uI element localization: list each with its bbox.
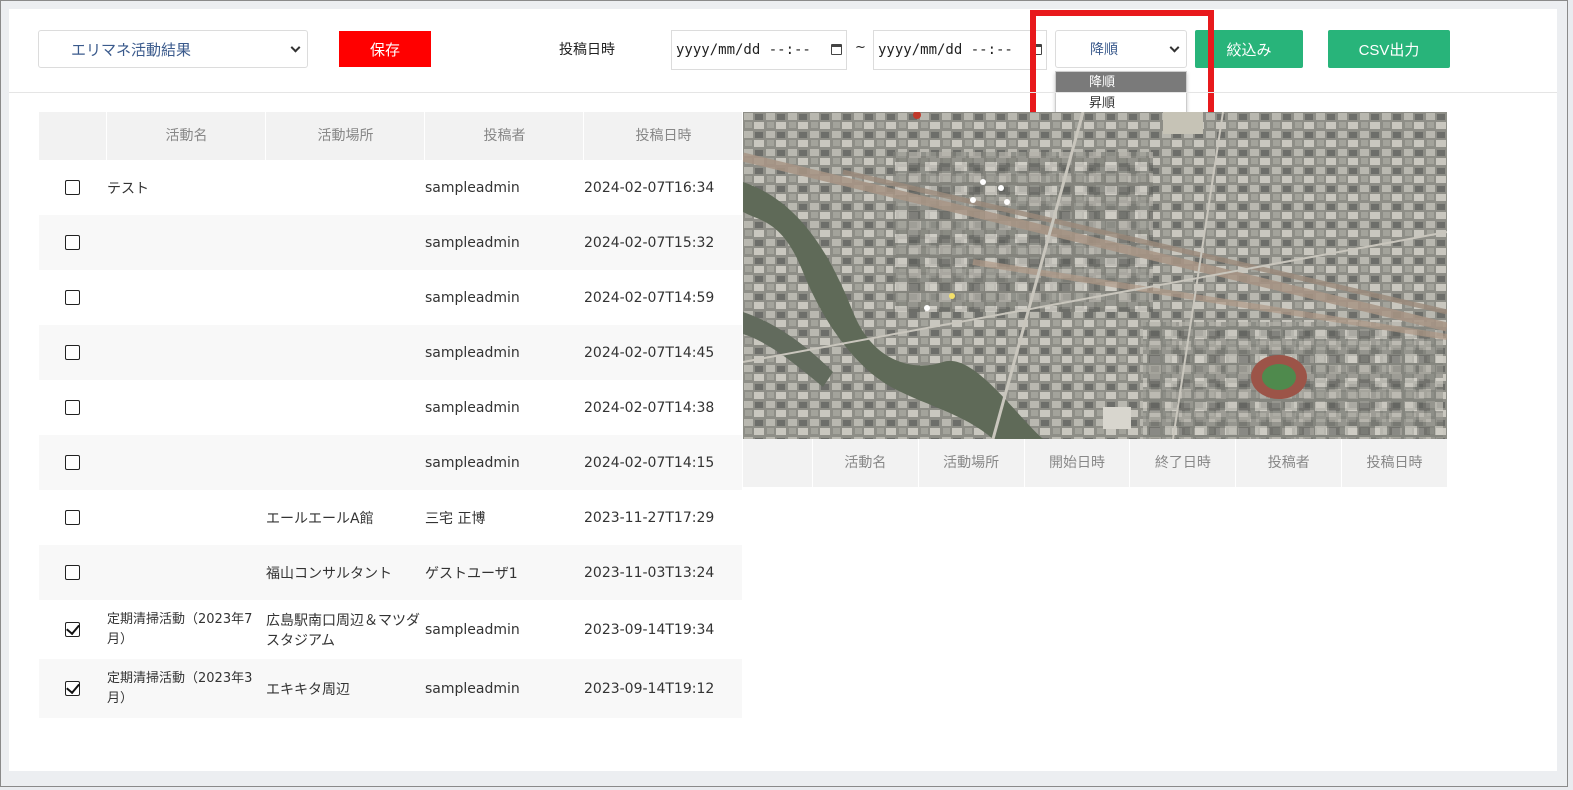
view-select[interactable]: エリマネ活動結果 bbox=[38, 30, 308, 68]
table-row[interactable]: sampleadmin 2024-02-07T14:38 bbox=[39, 380, 742, 435]
cell-activity-place: エキキタ周辺 bbox=[266, 681, 350, 698]
csv-export-button[interactable]: CSV出力 bbox=[1328, 30, 1450, 68]
header-activity-name[interactable]: 活動名 bbox=[106, 112, 265, 160]
table-row[interactable]: sampleadmin 2024-02-07T14:15 bbox=[39, 435, 742, 490]
cell-poster: sampleadmin bbox=[425, 621, 520, 638]
row-checkbox[interactable] bbox=[65, 180, 80, 195]
cell-poster: sampleadmin bbox=[425, 344, 520, 361]
row-select-cell bbox=[39, 235, 106, 250]
cell-posted-at: 2024-02-07T16:34 bbox=[584, 179, 715, 196]
range-separator: ~ bbox=[855, 40, 866, 55]
header-poster[interactable]: 投稿者 bbox=[424, 112, 583, 160]
row-checkbox[interactable] bbox=[65, 681, 80, 696]
row-select-cell bbox=[39, 400, 106, 415]
header-select-cell bbox=[39, 112, 106, 160]
row-select-cell bbox=[39, 622, 106, 637]
aerial-map-image bbox=[743, 112, 1447, 439]
cell-poster: sampleadmin bbox=[425, 399, 520, 416]
activity-table: 活動名 活動場所 投稿者 投稿日時 テスト sampleadmin 2024-02-… bbox=[39, 112, 742, 718]
table-row[interactable]: テスト sampleadmin 2024-02-07T16:34 bbox=[39, 160, 742, 215]
cell-posted-at: 2024-02-07T14:15 bbox=[584, 454, 715, 471]
row-select-cell bbox=[39, 345, 106, 360]
cell-posted-at: 2023-09-14T19:34 bbox=[584, 621, 715, 638]
table-row[interactable]: 福山コンサルタント ゲストユーザ1 2023-11-03T13:24 bbox=[39, 545, 742, 600]
header-end-time[interactable]: 終了日時 bbox=[1129, 439, 1235, 487]
table-row[interactable]: 定期清掃活動（2023年7月） 広島駅南口周辺＆マツダスタジアム sampleadm… bbox=[39, 600, 742, 659]
cell-activity-place: 広島駅南口周辺＆マツダスタジアム bbox=[266, 612, 420, 649]
cell-poster: sampleadmin bbox=[425, 289, 520, 306]
chevron-down-icon bbox=[290, 42, 301, 53]
header-start-time[interactable]: 開始日時 bbox=[1023, 439, 1130, 487]
cell-poster: sampleadmin bbox=[425, 179, 520, 196]
row-checkbox[interactable] bbox=[65, 345, 80, 360]
table-header: 活動名 活動場所 投稿者 投稿日時 bbox=[39, 112, 742, 160]
cell-posted-at: 2023-09-14T19:12 bbox=[584, 680, 715, 697]
cell-poster: ゲストユーザ1 bbox=[425, 565, 518, 582]
cell-poster: sampleadmin bbox=[425, 234, 520, 251]
header-poster[interactable]: 投稿者 bbox=[1235, 439, 1341, 487]
cell-posted-at: 2024-02-07T14:38 bbox=[584, 399, 715, 416]
aerial-map[interactable] bbox=[743, 112, 1447, 439]
cell-poster: sampleadmin bbox=[425, 680, 520, 697]
row-select-cell bbox=[39, 455, 106, 470]
header-posted-at[interactable]: 投稿日時 bbox=[583, 112, 742, 160]
header-posted-at[interactable]: 投稿日時 bbox=[1341, 439, 1447, 487]
table-row[interactable]: エールエールA館 三宅 正博 2023-11-27T17:29 bbox=[39, 490, 742, 545]
table-row[interactable]: sampleadmin 2024-02-07T14:59 bbox=[39, 270, 742, 325]
calendar-icon[interactable] bbox=[831, 44, 842, 55]
header-activity-place[interactable]: 活動場所 bbox=[917, 439, 1024, 487]
cell-posted-at: 2023-11-03T13:24 bbox=[584, 564, 715, 581]
main-panel: エリマネ活動結果 保存 投稿日時 yyyy/mm/dd --:-- ~ yyyy… bbox=[9, 9, 1557, 771]
row-checkbox[interactable] bbox=[65, 400, 80, 415]
cell-posted-at: 2023-11-27T17:29 bbox=[584, 509, 715, 526]
table-body: テスト sampleadmin 2024-02-07T16:34 sampleadmi… bbox=[39, 160, 742, 718]
divider bbox=[9, 92, 1557, 93]
posted-datetime-label: 投稿日時 bbox=[559, 42, 615, 58]
cell-activity-name: テスト bbox=[107, 180, 149, 197]
row-checkbox[interactable] bbox=[65, 455, 80, 470]
header-activity-name[interactable]: 活動名 bbox=[811, 439, 918, 487]
row-checkbox[interactable] bbox=[65, 235, 80, 250]
view-select-value: エリマネ活動結果 bbox=[71, 40, 192, 59]
results-table-header: 活動名 活動場所 開始日時 終了日時 投稿者 投稿日時 bbox=[743, 439, 1447, 487]
cell-activity-place: エールエールA館 bbox=[266, 510, 374, 527]
cell-posted-at: 2024-02-07T14:45 bbox=[584, 344, 715, 361]
row-select-cell bbox=[39, 290, 106, 305]
cell-poster: sampleadmin bbox=[425, 454, 520, 471]
window-frame: エリマネ活動結果 保存 投稿日時 yyyy/mm/dd --:-- ~ yyyy… bbox=[0, 0, 1568, 787]
cell-posted-at: 2024-02-07T15:32 bbox=[584, 234, 715, 251]
row-checkbox[interactable] bbox=[65, 510, 80, 525]
table-row[interactable]: 定期清掃活動（2023年3月） エキキタ周辺 sampleadmin 2023-09-… bbox=[39, 659, 742, 718]
cell-posted-at: 2024-02-07T14:59 bbox=[584, 289, 715, 306]
row-checkbox[interactable] bbox=[65, 290, 80, 305]
table-row[interactable]: sampleadmin 2024-02-07T14:45 bbox=[39, 325, 742, 380]
cell-activity-name: 定期清掃活動（2023年3月） bbox=[107, 670, 253, 706]
cell-activity-place: 福山コンサルタント bbox=[266, 565, 392, 582]
header-select-cell bbox=[743, 439, 812, 487]
table-row[interactable]: sampleadmin 2024-02-07T15:32 bbox=[39, 215, 742, 270]
save-button[interactable]: 保存 bbox=[339, 31, 431, 67]
cell-activity-name: 定期清掃活動（2023年7月） bbox=[107, 611, 253, 647]
row-select-cell bbox=[39, 510, 106, 525]
row-checkbox[interactable] bbox=[65, 622, 80, 637]
row-checkbox[interactable] bbox=[65, 565, 80, 580]
cell-poster: 三宅 正博 bbox=[425, 510, 486, 527]
row-select-cell bbox=[39, 565, 106, 580]
date-to-input[interactable]: yyyy/mm/dd --:-- bbox=[873, 30, 1047, 70]
date-to-placeholder: yyyy/mm/dd --:-- bbox=[878, 42, 1013, 58]
date-from-input[interactable]: yyyy/mm/dd --:-- bbox=[671, 30, 847, 70]
header-activity-place[interactable]: 活動場所 bbox=[265, 112, 424, 160]
row-select-cell bbox=[39, 681, 106, 696]
date-from-placeholder: yyyy/mm/dd --:-- bbox=[676, 42, 811, 58]
row-select-cell bbox=[39, 180, 106, 195]
